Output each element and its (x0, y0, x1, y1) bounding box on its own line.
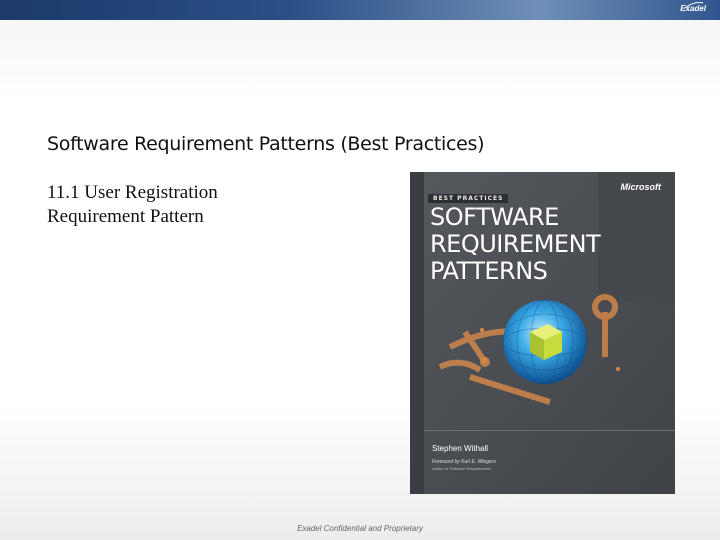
book-series-label: BEST PRACTICES (428, 194, 509, 203)
slide-title: Software Requirement Patterns (Best Prac… (47, 133, 485, 155)
subtitle-line-1: 11.1 User Registration (47, 182, 218, 203)
book-title-line-3: PATTERNS (430, 257, 548, 285)
slide-subtitle: 11.1 User Registration Requirement Patte… (47, 181, 367, 229)
header-bar: Exadel (0, 0, 720, 20)
book-foreword-note: Author of Software Requirements (432, 466, 492, 471)
exadel-logo: Exadel (680, 4, 706, 13)
subtitle-line-2: Requirement Pattern (47, 206, 204, 227)
book-foreword: Foreword by Karl E. Wiegers (432, 459, 496, 465)
microsoft-logo: Microsoft (620, 182, 662, 192)
book-title-line-1: SOFTWARE (430, 203, 559, 231)
book-author: Stephen Withall (432, 444, 489, 453)
book-title-line-2: REQUIREMENT (430, 230, 601, 258)
footer-confidential: Exadel Confidential and Proprietary (297, 524, 423, 533)
book-cover-image: BEST PRACTICES Microsoft SOFTWARE REQUIR… (410, 172, 675, 494)
